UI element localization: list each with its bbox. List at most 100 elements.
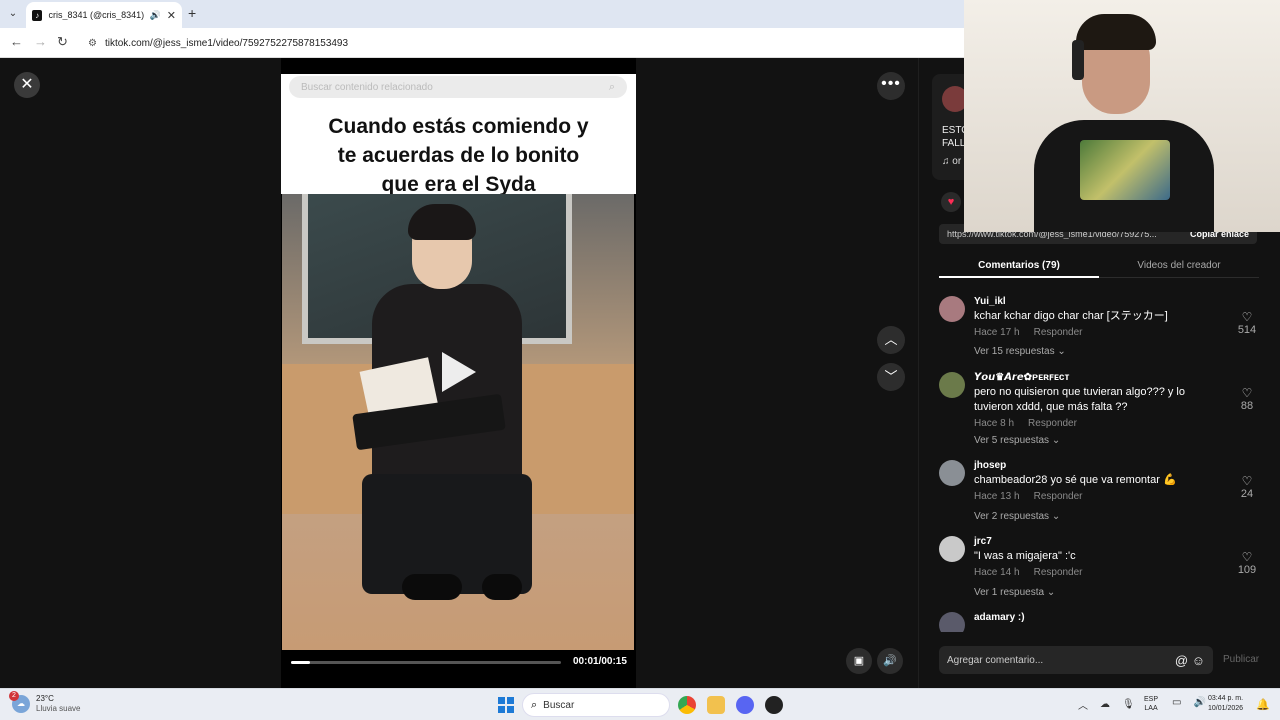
comment-username[interactable]: Yui_ikl bbox=[974, 296, 1006, 307]
file-explorer-icon[interactable] bbox=[707, 696, 725, 714]
comment-like[interactable]: ♡ 514 bbox=[1235, 310, 1259, 336]
network-icon[interactable]: ☁ bbox=[1100, 699, 1110, 710]
view-replies-label: Ver 15 respuestas bbox=[974, 346, 1055, 357]
windows-start-icon[interactable] bbox=[498, 697, 514, 713]
timecode: 00:01/00:15 bbox=[573, 656, 627, 667]
comment-placeholder: Agregar comentario... bbox=[947, 654, 1044, 666]
comment-time: Hace 17 h bbox=[974, 327, 1020, 338]
taskbar-search-label: Buscar bbox=[543, 699, 575, 711]
picture-in-picture-icon[interactable]: ▣ bbox=[846, 648, 872, 674]
comment-like[interactable]: ♡ 88 bbox=[1235, 386, 1259, 412]
comment-username[interactable]: 𝙔𝙤𝙪♛𝘼𝙧𝙚✿ᴘᴇʀꜰᴇᴄᴛ bbox=[974, 372, 1069, 383]
notification-bell-icon[interactable]: 🔔 bbox=[1256, 698, 1270, 711]
comment-like[interactable]: ♡ 109 bbox=[1235, 550, 1259, 576]
comment-avatar[interactable] bbox=[939, 612, 965, 632]
clock-date: 10/01/2026 bbox=[1208, 705, 1244, 712]
close-tab-icon[interactable]: ✕ bbox=[167, 9, 176, 22]
progress-bar[interactable] bbox=[291, 661, 561, 664]
app-icon[interactable] bbox=[765, 696, 783, 714]
windows-taskbar: ☁ 2 23°C Lluvia suave ⌕ Buscar ︿ ☁ 🎙 ESP … bbox=[0, 688, 1280, 720]
publish-button[interactable]: Publicar bbox=[1223, 654, 1259, 665]
like-count: 514 bbox=[1237, 324, 1257, 336]
headphones bbox=[1072, 40, 1084, 80]
tab-search-chevron-icon[interactable]: ⌄ bbox=[4, 6, 22, 22]
heart-outline-icon[interactable]: ♡ bbox=[1235, 474, 1259, 488]
heart-outline-icon[interactable]: ♡ bbox=[1235, 550, 1259, 564]
comment-meta: Hace 14 h Responder bbox=[974, 567, 1083, 578]
left-shoe bbox=[402, 574, 462, 600]
reply-button[interactable]: Responder bbox=[1034, 327, 1083, 338]
display-icon[interactable]: ▭ bbox=[1172, 697, 1181, 708]
webcam-overlay bbox=[964, 0, 1280, 232]
play-icon[interactable] bbox=[442, 352, 476, 392]
tab-title: cris_8341 (@cris_8341) | TikTok bbox=[48, 10, 144, 20]
site-info-icon[interactable]: ⚙ bbox=[88, 38, 97, 49]
heart-outline-icon[interactable]: ♡ bbox=[1235, 386, 1259, 400]
comment-avatar[interactable] bbox=[939, 460, 965, 486]
language-code: ESP bbox=[1144, 696, 1159, 703]
comment-username[interactable]: jhosep bbox=[974, 460, 1006, 471]
like-count: 24 bbox=[1240, 488, 1254, 500]
reload-icon[interactable]: ↻ bbox=[57, 34, 68, 50]
microphone-icon[interactable]: 🎙 bbox=[1122, 699, 1135, 710]
volume-icon[interactable]: 🔊 bbox=[877, 648, 903, 674]
reply-button[interactable]: Responder bbox=[1028, 418, 1077, 429]
more-options-icon[interactable]: ••• bbox=[877, 72, 905, 100]
browser-tab[interactable]: ♪ cris_8341 (@cris_8341) | TikTok 🔊 ✕ bbox=[26, 2, 182, 28]
heart-outline-icon[interactable]: ♡ bbox=[1235, 310, 1259, 324]
streamer-hair bbox=[1076, 14, 1156, 50]
reply-button[interactable]: Responder bbox=[1034, 491, 1083, 502]
weather-widget[interactable]: ☁ 2 23°C Lluvia suave bbox=[9, 691, 81, 714]
view-replies-button[interactable]: Ver 5 respuestas ⌄ bbox=[974, 435, 1060, 446]
url-field[interactable]: ⚙ tiktok.com/@jess_isme1/video/759275227… bbox=[80, 32, 960, 54]
back-arrow-icon[interactable]: ← bbox=[10, 34, 23, 49]
music-info[interactable]: ♫ or bbox=[942, 156, 961, 167]
search-icon: ⌕ bbox=[531, 698, 538, 711]
clock[interactable]: 03:44 p. m. 10/01/2026 bbox=[1208, 694, 1243, 714]
like-count: 88 bbox=[1240, 400, 1254, 412]
language-indicator[interactable]: ESP LAA bbox=[1144, 695, 1158, 713]
video-player[interactable]: Cuando estás comiendo y te acuerdas de l… bbox=[281, 58, 636, 688]
close-video-button[interactable]: ✕ bbox=[14, 72, 40, 98]
system-tray: ︿ ☁ 🎙 bbox=[1078, 697, 1135, 712]
view-replies-button[interactable]: Ver 1 respuesta ⌄ bbox=[974, 587, 1055, 598]
mention-emoji-icons[interactable]: @ ☺ bbox=[1175, 653, 1205, 668]
right-shoe bbox=[482, 574, 522, 600]
heart-icon[interactable]: ♥ bbox=[941, 192, 961, 212]
chrome-icon[interactable] bbox=[678, 696, 696, 714]
related-search-input[interactable]: Buscar contenido relacionado ⌕ bbox=[289, 76, 627, 98]
keyboard-layout: LAA bbox=[1144, 705, 1158, 712]
search-icon[interactable]: ⌕ bbox=[609, 81, 615, 94]
view-replies-button[interactable]: Ver 15 respuestas ⌄ bbox=[974, 346, 1066, 357]
comment-username[interactable]: adamary :) bbox=[974, 612, 1025, 623]
speaker-icon[interactable]: 🔊 bbox=[150, 10, 161, 21]
comment-username[interactable]: jrc7 bbox=[974, 536, 992, 547]
forward-arrow-icon[interactable]: → bbox=[34, 34, 47, 49]
taskbar-search[interactable]: ⌕ Buscar bbox=[522, 693, 670, 717]
comment-avatar[interactable] bbox=[939, 536, 965, 562]
comment-item: Yui_ikl kchar kchar digo char char [ステッカ… bbox=[939, 296, 1259, 360]
speaker-icon[interactable]: 🔊 bbox=[1193, 697, 1205, 708]
comment-like[interactable]: ♡ 24 bbox=[1235, 474, 1259, 500]
chevron-down-icon[interactable]: ﹀ bbox=[877, 363, 905, 391]
tab-comments[interactable]: Comentarios (79) bbox=[939, 254, 1099, 278]
comment-meta: Hace 13 h Responder bbox=[974, 491, 1083, 502]
comment-item: jhosep chambeador28 yo sé que va remonta… bbox=[939, 460, 1259, 524]
discord-icon[interactable] bbox=[736, 696, 754, 714]
weather-desc: Lluvia suave bbox=[36, 704, 81, 713]
comment-avatar[interactable] bbox=[939, 372, 965, 398]
comment-avatar[interactable] bbox=[939, 296, 965, 322]
comment-meta: Hace 17 h Responder bbox=[974, 327, 1083, 338]
related-search-placeholder: Buscar contenido relacionado bbox=[301, 81, 433, 93]
comment-time: Hace 8 h bbox=[974, 418, 1015, 429]
comment-input[interactable]: Agregar comentario... @ ☺ bbox=[939, 646, 1213, 674]
panel-tabs: Comentarios (79) Videos del creador bbox=[939, 254, 1259, 278]
comment-item: jrc7 "I was a migajera" :'c Hace 14 h Res… bbox=[939, 536, 1259, 600]
new-tab-button[interactable]: + bbox=[188, 5, 196, 21]
view-replies-button[interactable]: Ver 2 respuestas ⌄ bbox=[974, 511, 1060, 522]
tab-creator-videos[interactable]: Videos del creador bbox=[1099, 254, 1259, 271]
like-count: 109 bbox=[1237, 564, 1257, 576]
reply-button[interactable]: Responder bbox=[1034, 567, 1083, 578]
chevron-up-icon[interactable]: ︿ bbox=[1078, 697, 1088, 712]
chevron-up-icon[interactable]: ︿ bbox=[877, 326, 905, 354]
